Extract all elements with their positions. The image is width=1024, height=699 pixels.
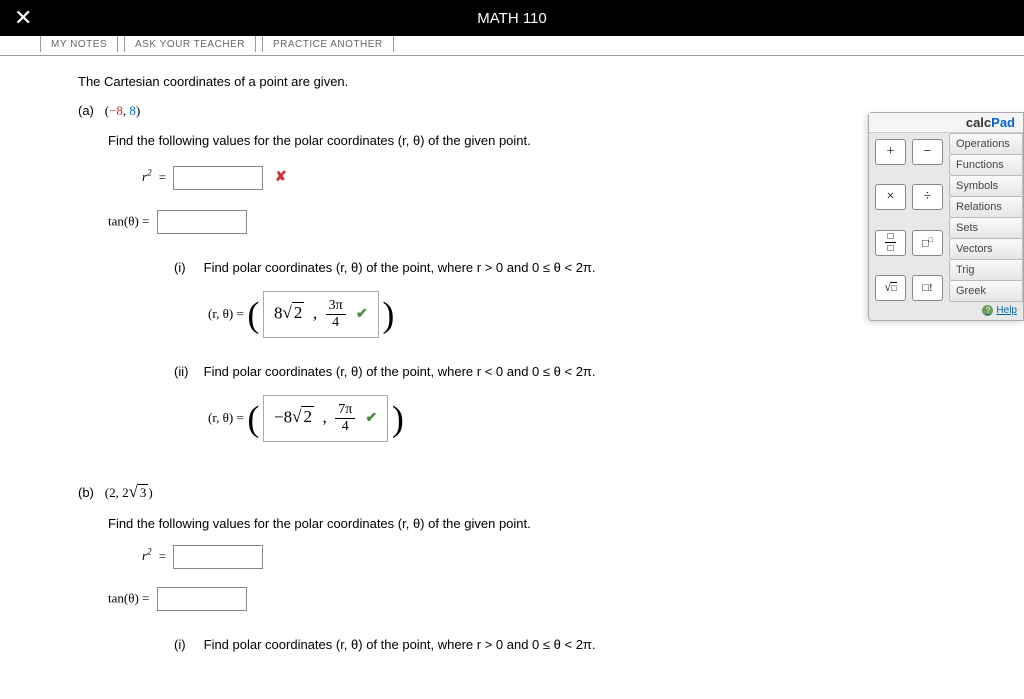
r2-label: r2	[142, 169, 152, 184]
tab-practice-another[interactable]: PRACTICE ANOTHER	[262, 36, 394, 52]
cat-functions[interactable]: Functions	[949, 154, 1023, 176]
tan-label: tan(θ) =	[108, 590, 149, 605]
btn-minus[interactable]: −	[912, 139, 943, 165]
paren-open-icon: (	[247, 399, 259, 439]
part-a-ii: (ii) Find polar coordinates (r, θ) of th…	[174, 364, 976, 379]
cat-vectors[interactable]: Vectors	[949, 238, 1023, 260]
paren-close-icon: )	[382, 295, 394, 335]
tan-theta-row-b: tan(θ) =	[108, 587, 976, 611]
part-b-i: (i) Find polar coordinates (r, θ) of the…	[174, 637, 976, 652]
btn-sqrt[interactable]: √□	[875, 275, 906, 301]
btn-factorial[interactable]: □!	[912, 275, 943, 301]
tan-theta-input-b[interactable]	[157, 587, 247, 611]
tan-label: tan(θ) =	[108, 213, 149, 228]
question-intro: The Cartesian coordinates of a point are…	[78, 74, 976, 89]
top-bar: ✕ MATH 110	[0, 0, 1024, 36]
btn-times[interactable]: ×	[875, 184, 906, 210]
calcpad-buttons: + − × ÷ □□ □□ √□ □!	[869, 133, 949, 320]
btn-divide[interactable]: ÷	[912, 184, 943, 210]
answer-box-a-i[interactable]: 8√2 , 3π4 ✔	[263, 291, 379, 338]
part-a-i-answer: (r, θ) = ( 8√2 , 3π4 ✔ )	[208, 291, 976, 338]
calcpad-categories: Operations Functions Symbols Relations S…	[949, 133, 1023, 320]
cat-relations[interactable]: Relations	[949, 196, 1023, 218]
r2-label: r2	[142, 548, 152, 563]
tab-strip: MY NOTES ASK YOUR TEACHER PRACTICE ANOTH…	[0, 36, 1024, 56]
part-b-point: (2, 2√3)	[105, 485, 153, 500]
part-b-label: (b)	[78, 485, 94, 500]
part-b-i-text: Find polar coordinates (r, θ) of the poi…	[204, 637, 596, 652]
answer-box-a-ii[interactable]: −8√2 , 7π4 ✔	[263, 395, 388, 442]
roman-i: (i)	[174, 637, 200, 652]
point-x: −8	[109, 103, 123, 118]
incorrect-icon: ✘	[275, 168, 287, 184]
btn-exponent[interactable]: □□	[912, 230, 943, 256]
page-title: MATH 110	[477, 10, 546, 27]
part-a-i: (i) Find polar coordinates (r, θ) of the…	[174, 260, 976, 275]
tan-theta-input[interactable]	[157, 210, 247, 234]
calcpad-help[interactable]: Help	[949, 301, 1023, 320]
btn-plus[interactable]: +	[875, 139, 906, 165]
r-squared-row: r2 = ✘	[142, 166, 976, 190]
part-b-header: (b) (2, 2√3)	[78, 482, 976, 502]
part-a-instruction: Find the following values for the polar …	[108, 133, 976, 148]
tab-ask-teacher[interactable]: ASK YOUR TEACHER	[124, 36, 256, 52]
r-squared-input[interactable]	[173, 166, 263, 190]
r-squared-row-b: r2 =	[142, 545, 976, 569]
cat-symbols[interactable]: Symbols	[949, 175, 1023, 197]
cat-sets[interactable]: Sets	[949, 217, 1023, 239]
cat-operations[interactable]: Operations	[949, 133, 1023, 155]
part-a-header: (a) (−8, 8)	[78, 103, 976, 119]
part-a-ii-text: Find polar coordinates (r, θ) of the poi…	[204, 364, 596, 379]
equals: =	[159, 548, 166, 563]
part-b-instruction: Find the following values for the polar …	[108, 516, 976, 531]
equals: =	[159, 169, 166, 184]
roman-i: (i)	[174, 260, 200, 275]
paren-close: )	[136, 103, 140, 118]
rtheta-label: (r, θ) =	[208, 306, 244, 321]
part-a-ii-answer: (r, θ) = ( −8√2 , 7π4 ✔ )	[208, 395, 976, 442]
cat-greek[interactable]: Greek	[949, 280, 1023, 302]
roman-ii: (ii)	[174, 364, 200, 379]
calcpad-title: calcPad	[869, 113, 1023, 133]
part-a-label: (a)	[78, 103, 94, 118]
btn-fraction[interactable]: □□	[875, 230, 906, 256]
r-squared-input-b[interactable]	[173, 545, 263, 569]
tab-my-notes[interactable]: MY NOTES	[40, 36, 118, 52]
correct-icon: ✔	[356, 307, 368, 322]
part-a-i-text: Find polar coordinates (r, θ) of the poi…	[204, 260, 596, 275]
paren-open-icon: (	[247, 295, 259, 335]
correct-icon: ✔	[366, 411, 378, 426]
calcpad-panel: calcPad + − × ÷ □□ □□ √□ □! Operations F…	[868, 112, 1024, 321]
close-icon[interactable]: ✕	[14, 5, 32, 31]
part-a-point: (−8, 8)	[105, 103, 141, 118]
paren-close-icon: )	[392, 399, 404, 439]
cat-trig[interactable]: Trig	[949, 259, 1023, 281]
tan-theta-row: tan(θ) =	[108, 210, 976, 234]
rtheta-label: (r, θ) =	[208, 410, 244, 425]
